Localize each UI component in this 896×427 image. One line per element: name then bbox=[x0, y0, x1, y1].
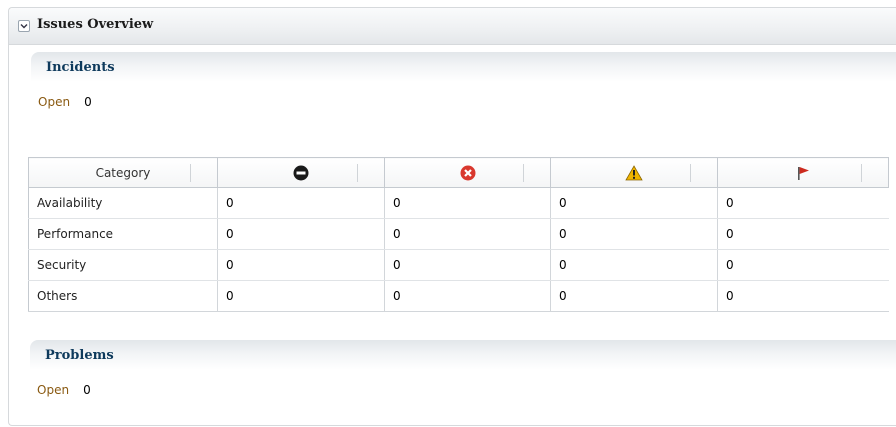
chevron-down-icon[interactable] bbox=[18, 20, 30, 32]
cell-critical[interactable]: 0 bbox=[384, 187, 551, 219]
column-header-critical[interactable] bbox=[384, 157, 551, 188]
cell-warning[interactable]: 0 bbox=[550, 187, 718, 219]
row-category: Others bbox=[28, 280, 218, 312]
category-header-label: Category bbox=[95, 165, 151, 180]
row-category: Availability bbox=[28, 187, 218, 219]
table-row: Others 0 0 0 0 bbox=[28, 280, 889, 312]
column-header-advisory[interactable] bbox=[717, 157, 889, 188]
cell-advisory[interactable]: 0 bbox=[717, 218, 889, 250]
panel-title: Issues Overview bbox=[37, 17, 154, 32]
critical-icon bbox=[460, 165, 475, 180]
problems-open-label[interactable]: Open bbox=[37, 383, 69, 397]
cell-advisory[interactable]: 0 bbox=[717, 187, 889, 219]
incidents-open-value: 0 bbox=[84, 95, 92, 109]
row-category: Performance bbox=[28, 218, 218, 250]
table-row: Performance 0 0 0 0 bbox=[28, 218, 889, 250]
problems-open-value: 0 bbox=[83, 383, 91, 397]
fatal-icon bbox=[293, 165, 309, 180]
column-header-fatal[interactable] bbox=[217, 157, 385, 188]
incidents-table-body: Availability 0 0 0 0 Performance 0 0 0 0… bbox=[28, 187, 889, 312]
panel-header[interactable]: Issues Overview bbox=[9, 8, 896, 45]
cell-advisory[interactable]: 0 bbox=[717, 249, 889, 281]
problems-section-header: Problems bbox=[30, 340, 896, 370]
table-header-row: Category bbox=[28, 157, 889, 188]
cell-warning[interactable]: 0 bbox=[550, 280, 718, 312]
row-category: Security bbox=[28, 249, 218, 281]
incidents-title: Incidents bbox=[46, 60, 115, 75]
warning-icon bbox=[625, 164, 643, 180]
problems-open-line: Open 0 bbox=[37, 383, 91, 397]
cell-critical[interactable]: 0 bbox=[384, 249, 551, 281]
cell-fatal[interactable]: 0 bbox=[217, 187, 385, 219]
cell-warning[interactable]: 0 bbox=[550, 218, 718, 250]
table-row: Availability 0 0 0 0 bbox=[28, 187, 889, 219]
incidents-section-header: Incidents bbox=[31, 52, 896, 82]
column-header-warning[interactable] bbox=[550, 157, 718, 188]
incidents-open-label[interactable]: Open bbox=[38, 95, 70, 109]
cell-warning[interactable]: 0 bbox=[550, 249, 718, 281]
cell-fatal[interactable]: 0 bbox=[217, 249, 385, 281]
incidents-open-line: Open 0 bbox=[38, 95, 92, 109]
cell-fatal[interactable]: 0 bbox=[217, 280, 385, 312]
table-row: Security 0 0 0 0 bbox=[28, 249, 889, 281]
cell-fatal[interactable]: 0 bbox=[217, 218, 385, 250]
cell-critical[interactable]: 0 bbox=[384, 218, 551, 250]
advisory-flag-icon bbox=[798, 166, 809, 180]
column-header-category[interactable]: Category bbox=[28, 157, 218, 188]
cell-critical[interactable]: 0 bbox=[384, 280, 551, 312]
cell-advisory[interactable]: 0 bbox=[717, 280, 889, 312]
incidents-table: Category Availability 0 0 0 0 Performanc… bbox=[28, 157, 889, 312]
problems-title: Problems bbox=[45, 348, 114, 363]
